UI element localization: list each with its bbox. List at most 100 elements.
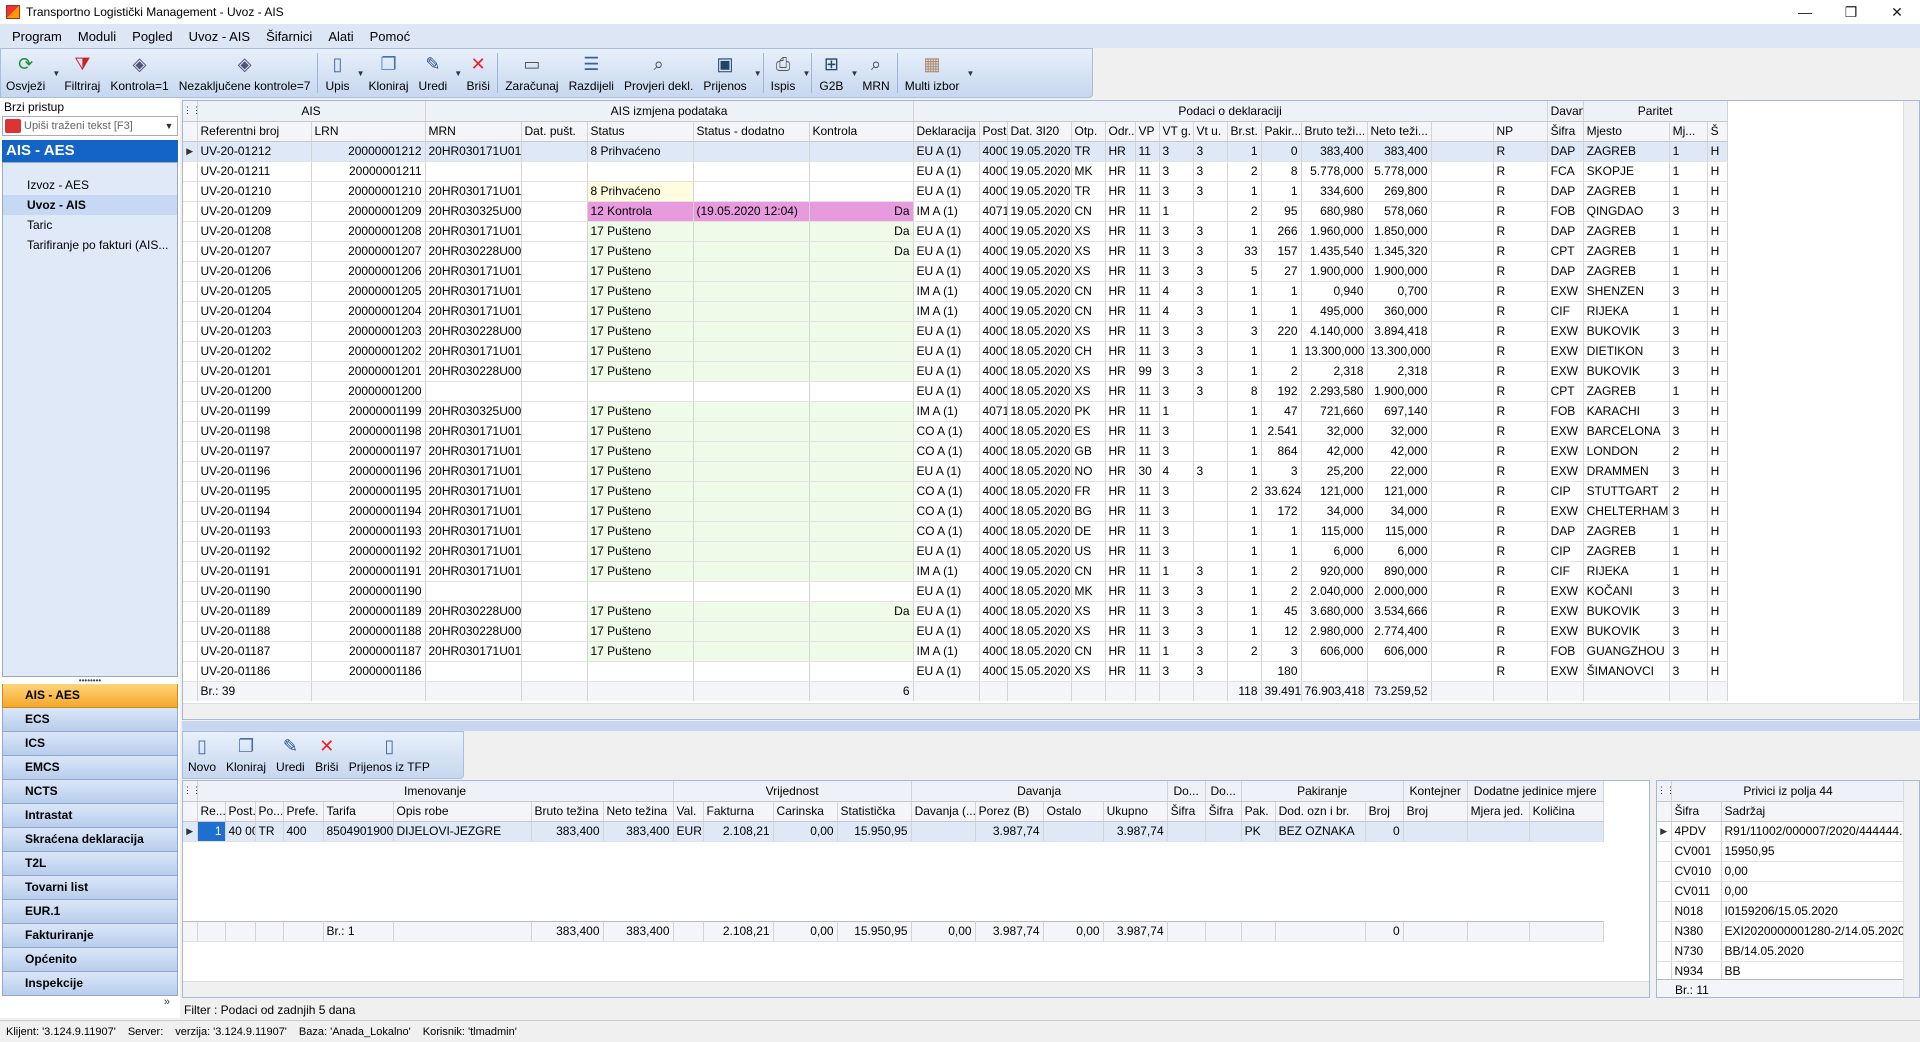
close-button[interactable]: ✕: [1874, 0, 1920, 24]
items-column-header-broj[interactable]: Broj: [1365, 801, 1404, 822]
column-header-np[interactable]: NP: [1493, 121, 1548, 142]
menu-moduli[interactable]: Moduli: [70, 29, 124, 44]
column-header-mj[interactable]: Mj...: [1669, 121, 1708, 142]
items-column-header-val[interactable]: Val.: [673, 801, 704, 822]
column-header-status[interactable]: Status: [587, 121, 694, 142]
table-row[interactable]: UV-20-011952000000119520HR030171U0149449…: [183, 481, 1728, 502]
kontrola-1-button[interactable]: ◈ Kontrola=1: [105, 49, 173, 97]
brisi-button[interactable]: ✕ Briši: [461, 49, 495, 97]
table-row[interactable]: UV-20-011982000000119820HR030171U0149797…: [183, 421, 1728, 442]
upis-button[interactable]: ▯ Upis ▼: [320, 49, 364, 97]
column-header-kontrola[interactable]: Kontrola: [809, 121, 914, 142]
column-header-x[interactable]: [183, 121, 198, 142]
items-column-header-mjera-jed[interactable]: Mjera jed.: [1467, 801, 1530, 822]
nezakljucene-kontrole-7-button[interactable]: ◈ Nezaključene kontrole=7: [174, 49, 316, 97]
column-header-odr[interactable]: Odr...: [1105, 121, 1136, 142]
table-row[interactable]: UV-20-01211 20000001211 EU A (1) 4000 19.05.…: [183, 161, 1728, 182]
dropdown-arrow-icon[interactable]: ▼: [966, 69, 974, 78]
privileges-column-header-x[interactable]: [1657, 801, 1672, 822]
column-header-vp[interactable]: VP: [1135, 121, 1160, 142]
privileges-row[interactable]: N380 EXI2020000001280-2/14.05.2020.: [1657, 921, 1905, 942]
module-ecs[interactable]: ECS: [2, 708, 178, 732]
privileges-row[interactable]: N018 I0159206/15.05.2020: [1657, 901, 1905, 922]
column-header-s[interactable]: Š: [1707, 121, 1728, 142]
vertical-scrollbar[interactable]: [1903, 101, 1919, 701]
table-row[interactable]: UV-20-011922000000119220HR030171U0149340…: [183, 541, 1728, 562]
privileges-vertical-scrollbar[interactable]: [1903, 781, 1919, 997]
column-header-dat-pust[interactable]: Dat. pušt.: [521, 121, 588, 142]
column-header-vt-g[interactable]: VT g.: [1159, 121, 1194, 142]
nav-item-izvoz-aes[interactable]: Izvoz - AES: [3, 175, 177, 195]
module-t2l[interactable]: T2L: [2, 852, 178, 876]
items-column-header-dod-ozn-i-br[interactable]: Dod. ozn i br.: [1275, 801, 1366, 822]
column-header-neto-tezi[interactable]: Neto teži...: [1367, 121, 1432, 142]
column-header-x[interactable]: [1431, 121, 1494, 142]
items-column-header-davanja[interactable]: Davanja (...: [911, 801, 976, 822]
kloniraj-button[interactable]: ❐ Kloniraj: [221, 732, 271, 778]
table-row[interactable]: UV-20-011962000000119620HR030171U0149647…: [183, 461, 1728, 482]
items-table-row[interactable]: ▶140 00TR4008504901900DIJELOVI-JEZGRE383…: [183, 821, 1604, 842]
uredi-button[interactable]: ✎ Uredi ▼: [414, 49, 463, 97]
maximize-button[interactable]: ❐: [1828, 0, 1874, 24]
kloniraj-button[interactable]: ❐ Kloniraj: [364, 49, 414, 97]
privileges-row[interactable]: CV001 15950,95: [1657, 841, 1905, 862]
module-opcenito[interactable]: Općenito: [2, 948, 178, 972]
nav-item-taric[interactable]: Taric: [3, 215, 177, 235]
column-header-otp[interactable]: Otp.: [1071, 121, 1106, 142]
nav-item-uvoz-ais[interactable]: Uvoz - AIS: [3, 195, 177, 215]
items-column-header-re[interactable]: Re...: [197, 801, 226, 822]
items-column-header-bruto-tezina[interactable]: Bruto težina: [531, 801, 604, 822]
module-emcs[interactable]: EMCS: [2, 756, 178, 780]
multi-izbor-button[interactable]: ▦ Multi izbor ▼: [900, 49, 975, 97]
table-row[interactable]: UV-20-011882000000118820HR030228U0061302…: [183, 621, 1728, 642]
privileges-row[interactable]: ▶ 4PDV R91/11002/000007/2020/444444...: [1657, 821, 1905, 842]
items-column-header-po[interactable]: Po...: [255, 801, 284, 822]
column-header-mjesto[interactable]: Mjesto: [1583, 121, 1670, 142]
table-row[interactable]: UV-20-011892000000118920HR030228U0061329…: [183, 601, 1728, 622]
brisi-button[interactable]: ✕ Briši: [310, 732, 344, 778]
mrn-button[interactable]: ⌕ MRN: [857, 49, 894, 97]
privileges-row[interactable]: CV011 0,00: [1657, 881, 1905, 902]
column-header-pakir[interactable]: Pakir...: [1261, 121, 1302, 142]
column-header-post[interactable]: Post.: [979, 121, 1008, 142]
privileges-column-header-sadrzaj[interactable]: Sadržaj: [1721, 801, 1905, 822]
column-header-referentni-broj[interactable]: Referentni broj: [197, 121, 312, 142]
table-row[interactable]: UV-20-011942000000119420HR030171U0149390…: [183, 501, 1728, 522]
table-row[interactable]: UV-20-012022000000120220HR030171U0149896…: [183, 341, 1728, 362]
module-skracena-deklaracija[interactable]: Skraćena deklaracija: [2, 828, 178, 852]
quick-access-input[interactable]: Upiši traženi tekst [F3] ▼: [2, 116, 178, 136]
table-row[interactable]: UV-20-012092000000120920HR030325U0022423…: [183, 201, 1728, 222]
menu-uvoz-ais[interactable]: Uvoz - AIS: [181, 29, 258, 44]
provjeri-dekl-button[interactable]: ⌕ Provjeri dekl.: [619, 49, 698, 97]
menu-sifarnici[interactable]: Šifarnici: [258, 29, 320, 44]
items-column-header-broj[interactable]: Broj: [1403, 801, 1468, 822]
dropdown-arrow-icon[interactable]: ▼: [754, 69, 762, 78]
column-header-status-dodatno[interactable]: Status - dodatno: [693, 121, 810, 142]
table-row[interactable]: UV-20-012102000000121020HR030171U0151284…: [183, 181, 1728, 202]
column-header-deklaracija[interactable]: Deklaracija: [913, 121, 980, 142]
table-row[interactable]: UV-20-01186 20000001186 EU A (1) 4000 15.05.…: [183, 661, 1728, 682]
module-fakturiranje[interactable]: Fakturiranje: [2, 924, 178, 948]
novo-button[interactable]: ▯ Novo: [183, 732, 221, 778]
items-column-header-x[interactable]: [183, 801, 198, 822]
table-row[interactable]: UV-20-012042000000120420HR030171U0150560…: [183, 301, 1728, 322]
razdijeli-button[interactable]: ☰ Razdijeli: [564, 49, 619, 97]
column-header-vt-u[interactable]: Vt u.: [1193, 121, 1228, 142]
column-header-lrn[interactable]: LRN: [311, 121, 426, 142]
menu-alati[interactable]: Alati: [320, 29, 361, 44]
items-column-header-kolicina[interactable]: Količina: [1529, 801, 1604, 822]
prijenos-iz-tfp-button[interactable]: ▯ Prijenos iz TFP: [344, 732, 435, 778]
items-column-header-ostalo[interactable]: Ostalo: [1043, 801, 1104, 822]
items-column-header-statisticka[interactable]: Statistička: [837, 801, 912, 822]
table-row[interactable]: UV-20-012082000000120820HR030171U0150263…: [183, 221, 1728, 242]
module-eur-1[interactable]: EUR.1: [2, 900, 178, 924]
menu-pogled[interactable]: Pogled: [124, 29, 180, 44]
table-row[interactable]: UV-20-012052000000120520HR030171U0150113…: [183, 281, 1728, 302]
items-column-header-tarifa[interactable]: Tarifa: [323, 801, 394, 822]
column-header-mrn[interactable]: MRN: [425, 121, 522, 142]
table-row[interactable]: UV-20-012012000000120120HR030228U0062382…: [183, 361, 1728, 382]
privileges-row[interactable]: CV010 0,00: [1657, 861, 1905, 882]
modules-expand-icon[interactable]: »: [2, 996, 178, 1016]
uredi-button[interactable]: ✎ Uredi: [271, 732, 310, 778]
module-ais-aes[interactable]: AIS - AES: [2, 684, 178, 708]
